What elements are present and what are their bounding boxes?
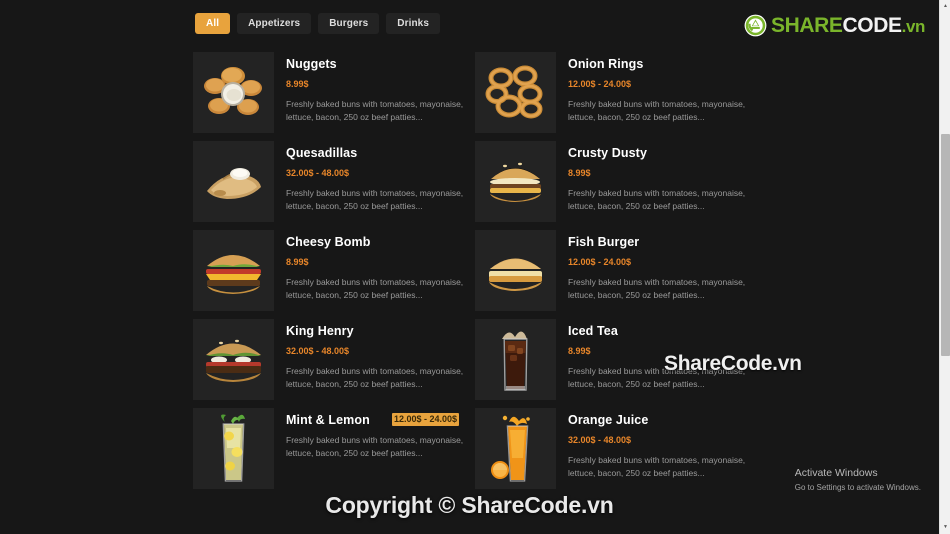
menu-item-info: Orange Juice 32.00$ - 48.00$ Freshly bak…: [568, 408, 757, 489]
onion-rings-image: [475, 52, 556, 133]
cheesy-bomb-burger-image: [193, 230, 274, 311]
menu-item-info: Mint & Lemon 12.00$ - 24.00$ Freshly bak…: [286, 408, 475, 489]
tab-all[interactable]: All: [195, 13, 231, 34]
mint-lemon-drink-image: [193, 408, 274, 489]
menu-item-title: Iced Tea: [568, 324, 618, 338]
menu-app-window: All Appetizers Burgers Drinks SHARECODE.…: [0, 0, 939, 534]
nuggets-image: [193, 52, 274, 133]
tab-burgers[interactable]: Burgers: [318, 13, 380, 34]
menu-item-card[interactable]: Orange Juice 32.00$ - 48.00$ Freshly bak…: [475, 408, 757, 489]
menu-item-price: 32.00$ - 48.00$: [286, 345, 350, 356]
menu-item-info: Crusty Dusty 8.99$ Freshly baked buns wi…: [568, 141, 757, 222]
fish-burger-image: [475, 230, 556, 311]
tab-appetizers[interactable]: Appetizers: [237, 13, 312, 34]
menu-item-price: 32.00$ - 48.00$: [568, 434, 632, 445]
scroll-up-arrow-icon[interactable]: ▲: [940, 1, 950, 12]
menu-item-card[interactable]: King Henry 32.00$ - 48.00$ Freshly baked…: [193, 319, 475, 400]
tab-all-label: All: [206, 18, 220, 29]
menu-item-info: King Henry 32.00$ - 48.00$ Freshly baked…: [286, 319, 475, 400]
king-henry-burger-image: [193, 319, 274, 400]
menu-item-card[interactable]: Fish Burger 12.00$ - 24.00$ Freshly bake…: [475, 230, 757, 311]
menu-item-info: Iced Tea 8.99$ Freshly baked buns with t…: [568, 319, 757, 400]
logo-tld-text: .vn: [901, 16, 926, 36]
menu-item-info: Onion Rings 12.00$ - 24.00$ Freshly bake…: [568, 52, 757, 133]
menu-item-price: 12.00$ - 24.00$: [391, 413, 459, 426]
tab-drinks-label: Drinks: [397, 18, 429, 29]
crusty-dusty-burger-image: [475, 141, 556, 222]
menu-item-title: Orange Juice: [568, 413, 649, 427]
tab-burgers-label: Burgers: [329, 18, 369, 29]
tab-drinks[interactable]: Drinks: [386, 13, 440, 34]
menu-item-title: King Henry: [286, 324, 354, 338]
menu-item-card[interactable]: Cheesy Bomb 8.99$ Freshly baked buns wit…: [193, 230, 475, 311]
menu-item-price: 8.99$: [568, 167, 591, 178]
menu-item-info: Fish Burger 12.00$ - 24.00$ Freshly bake…: [568, 230, 757, 311]
menu-item-title: Nuggets: [286, 57, 337, 71]
recycle-circle-icon: [744, 14, 767, 36]
menu-item-title: Cheesy Bomb: [286, 235, 371, 249]
menu-item-card[interactable]: Nuggets 8.99$ Freshly baked buns with to…: [193, 52, 475, 133]
menu-item-price: 12.00$ - 24.00$: [568, 256, 632, 267]
menu-item-price: 8.99$: [286, 78, 309, 89]
menu-item-title: Quesadillas: [286, 146, 358, 160]
logo-share-text: SHARE: [771, 13, 843, 37]
quesadillas-image: [193, 141, 274, 222]
footer-watermark: Copyright © ShareCode.vn: [325, 492, 614, 518]
menu-item-description: Freshly baked buns with tomatoes, mayona…: [568, 454, 746, 478]
menu-item-description: Freshly baked buns with tomatoes, mayona…: [568, 276, 746, 300]
menu-item-card[interactable]: Mint & Lemon 12.00$ - 24.00$ Freshly bak…: [193, 408, 475, 489]
menu-item-description: Freshly baked buns with tomatoes, mayona…: [286, 276, 464, 300]
menu-item-price: 8.99$: [568, 345, 591, 356]
menu-item-title: Crusty Dusty: [568, 146, 647, 160]
menu-item-info: Nuggets 8.99$ Freshly baked buns with to…: [286, 52, 475, 133]
vertical-scrollbar[interactable]: ▲ ▼: [939, 0, 950, 534]
menu-item-price: 12.00$ - 24.00$: [568, 78, 632, 89]
menu-item-title: Fish Burger: [568, 235, 640, 249]
menu-item-description: Freshly baked buns with tomatoes, mayona…: [286, 434, 464, 458]
menu-item-description: Freshly baked buns with tomatoes, mayona…: [568, 98, 746, 122]
menu-item-price: 32.00$ - 48.00$: [286, 167, 350, 178]
menu-item-description: Freshly baked buns with tomatoes, mayona…: [568, 187, 746, 211]
iced-tea-image: [475, 319, 556, 400]
menu-item-description: Freshly baked buns with tomatoes, mayona…: [286, 187, 464, 211]
menu-item-card[interactable]: Iced Tea 8.99$ Freshly baked buns with t…: [475, 319, 757, 400]
sharecode-logo: SHARECODE.vn: [744, 12, 925, 38]
scroll-down-arrow-icon[interactable]: ▼: [940, 522, 950, 533]
logo-code-text: CODE: [842, 13, 902, 37]
orange-juice-image: [475, 408, 556, 489]
logo-wordmark: SHARECODE.vn: [771, 15, 925, 36]
menu-item-description: Freshly baked buns with tomatoes, mayona…: [286, 98, 464, 122]
top-bar: All Appetizers Burgers Drinks SHARECODE.…: [0, 0, 939, 46]
menu-item-card[interactable]: Onion Rings 12.00$ - 24.00$ Freshly bake…: [475, 52, 757, 133]
menu-item-info: Quesadillas 32.00$ - 48.00$ Freshly bake…: [286, 141, 475, 222]
menu-item-card[interactable]: Crusty Dusty 8.99$ Freshly baked buns wi…: [475, 141, 757, 222]
menu-item-title: Onion Rings: [568, 57, 644, 71]
tab-appetizers-label: Appetizers: [248, 18, 301, 29]
menu-item-price: 8.99$: [286, 256, 309, 267]
menu-item-description: Freshly baked buns with tomatoes, mayona…: [568, 365, 746, 389]
scrollbar-thumb[interactable]: [941, 134, 950, 356]
category-tabs: All Appetizers Burgers Drinks: [195, 13, 440, 34]
menu-item-info: Cheesy Bomb 8.99$ Freshly baked buns wit…: [286, 230, 475, 311]
menu-item-card[interactable]: Quesadillas 32.00$ - 48.00$ Freshly bake…: [193, 141, 475, 222]
menu-grid: Nuggets 8.99$ Freshly baked buns with to…: [193, 52, 833, 489]
menu-item-description: Freshly baked buns with tomatoes, mayona…: [286, 365, 464, 389]
